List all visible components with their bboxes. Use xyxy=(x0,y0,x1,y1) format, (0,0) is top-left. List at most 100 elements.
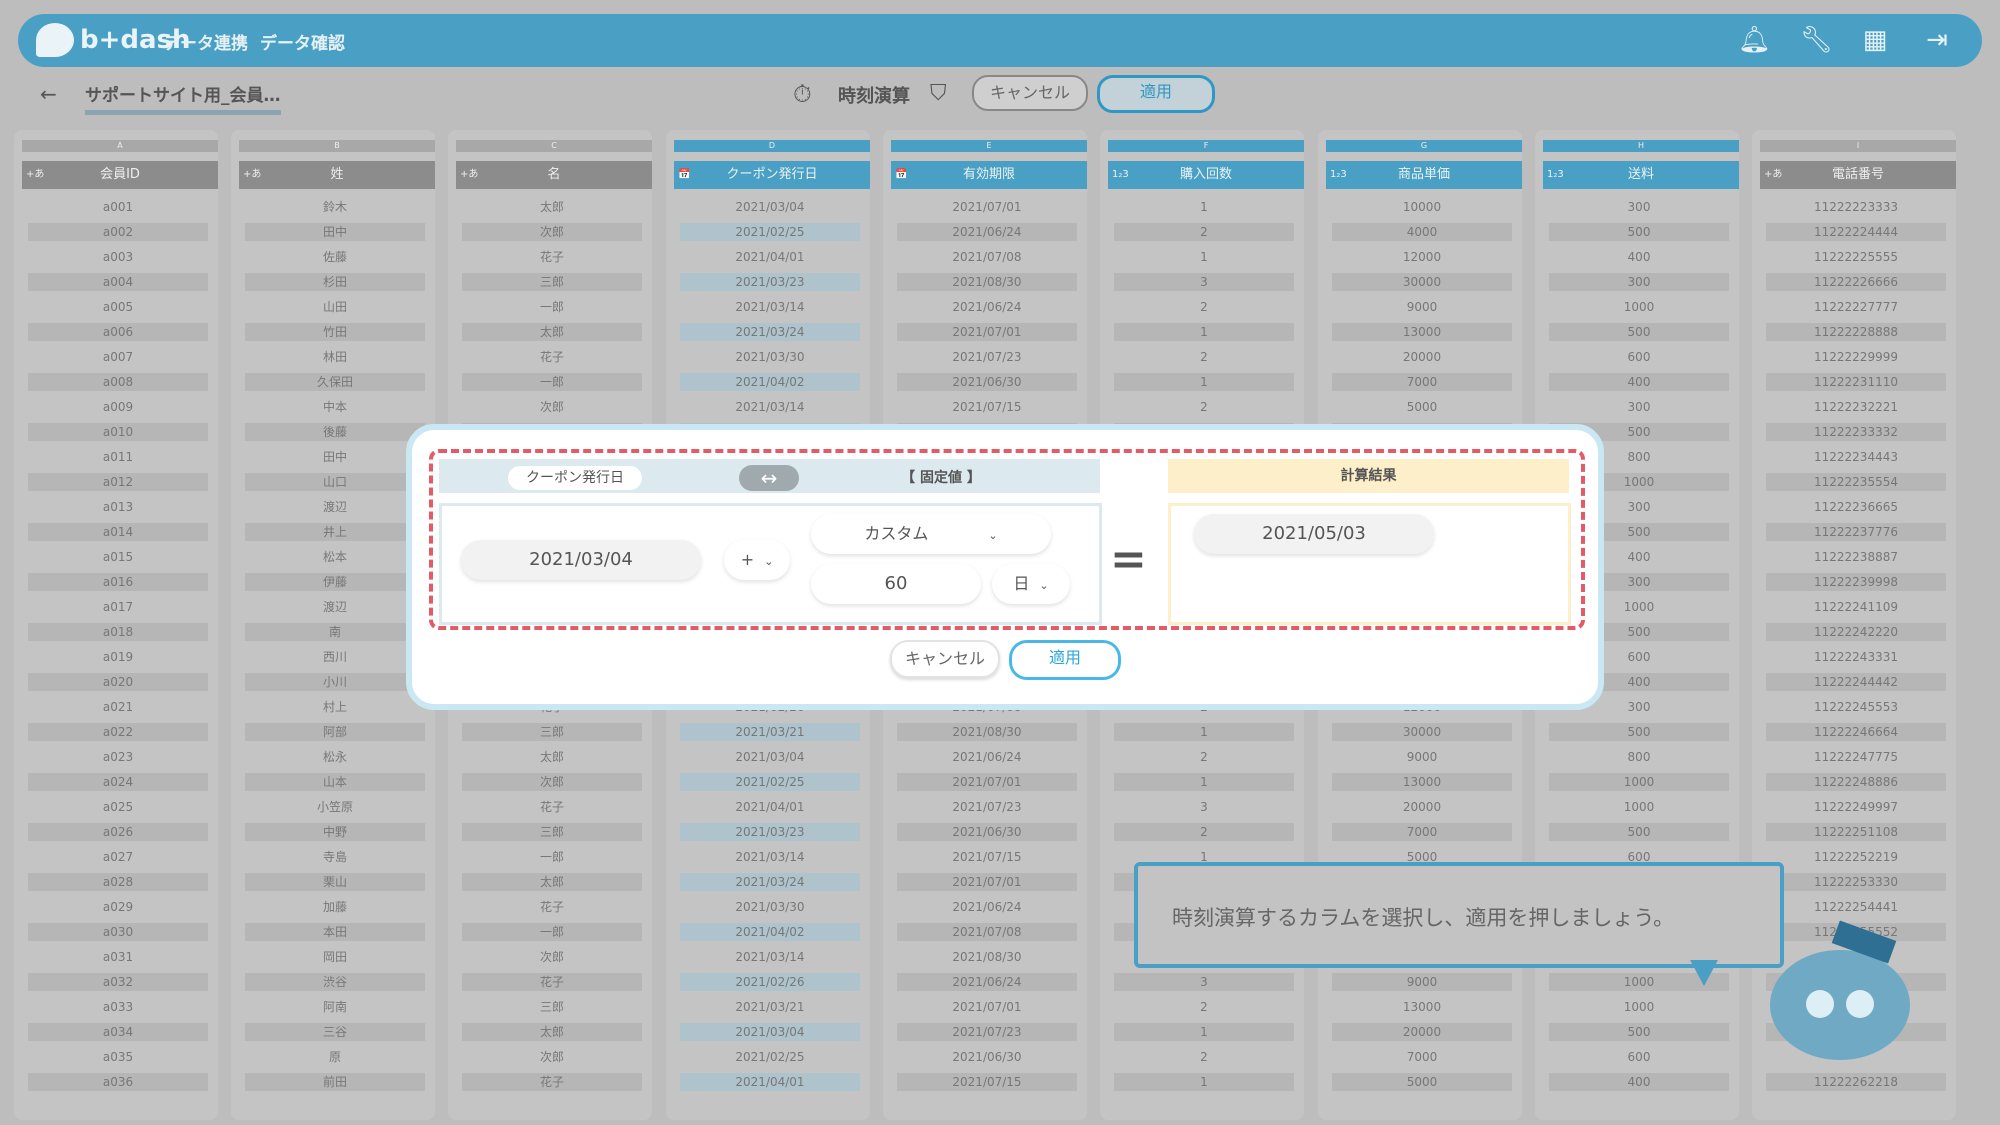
column-letter[interactable]: I xyxy=(1760,140,1956,152)
column-header[interactable]: 📅 クーポン発行日 xyxy=(674,161,870,189)
table-cell[interactable]: a016 xyxy=(28,573,208,591)
table-cell[interactable]: 13000 xyxy=(1332,773,1512,791)
table-cell[interactable]: 太郎 xyxy=(462,198,642,216)
table-cell[interactable]: 2 xyxy=(1114,398,1294,416)
table-cell[interactable]: 田中 xyxy=(245,223,425,241)
table-cell[interactable]: 3 xyxy=(1114,973,1294,991)
source-column-label[interactable]: クーポン発行日 xyxy=(508,466,642,490)
table-cell[interactable]: 800 xyxy=(1549,748,1729,766)
table-cell[interactable]: 渡辺 xyxy=(245,498,425,516)
table-cell[interactable]: 三谷 xyxy=(245,1023,425,1041)
table-cell[interactable]: 一郎 xyxy=(462,298,642,316)
table-cell[interactable]: 600 xyxy=(1549,348,1729,366)
column-header[interactable]: +あ 名 xyxy=(456,161,652,189)
table-cell[interactable]: 西川 xyxy=(245,648,425,666)
table-cell[interactable]: 2021/07/01 xyxy=(897,873,1077,891)
table-cell[interactable]: 山口 xyxy=(245,473,425,491)
table-cell[interactable]: 1000 xyxy=(1549,298,1729,316)
table-cell[interactable]: 2021/02/25 xyxy=(680,223,860,241)
bell-icon[interactable]: 🔔︎ xyxy=(1738,26,1771,54)
table-cell[interactable]: 500 xyxy=(1549,323,1729,341)
table-cell[interactable]: 2021/06/30 xyxy=(897,823,1077,841)
table-cell[interactable]: 11222252219 xyxy=(1766,848,1946,866)
table-cell[interactable]: 9000 xyxy=(1332,973,1512,991)
table-cell[interactable]: 2021/03/23 xyxy=(680,823,860,841)
table-cell[interactable]: 11222234443 xyxy=(1766,448,1946,466)
table-cell[interactable]: 三郎 xyxy=(462,823,642,841)
table-cell[interactable]: 11222249997 xyxy=(1766,798,1946,816)
table-cell[interactable]: 2021/02/25 xyxy=(680,1048,860,1066)
table-cell[interactable]: 300 xyxy=(1549,398,1729,416)
table-cell[interactable]: 後藤 xyxy=(245,423,425,441)
table-cell[interactable]: 花子 xyxy=(462,798,642,816)
table-cell[interactable]: a021 xyxy=(28,698,208,716)
table-cell[interactable]: 11222229999 xyxy=(1766,348,1946,366)
dialog-cancel-button[interactable]: キャンセル xyxy=(890,640,1000,678)
table-cell[interactable]: 11222262218 xyxy=(1766,1073,1946,1091)
table-cell[interactable]: a027 xyxy=(28,848,208,866)
table-cell[interactable]: 2021/03/04 xyxy=(680,748,860,766)
table-cell[interactable]: 南 xyxy=(245,623,425,641)
table-cell[interactable]: a008 xyxy=(28,373,208,391)
table-cell[interactable]: 花子 xyxy=(462,348,642,366)
column-header[interactable]: +あ 電話番号 xyxy=(1760,161,1956,189)
table-cell[interactable]: 前田 xyxy=(245,1073,425,1091)
table-cell[interactable]: 600 xyxy=(1549,1048,1729,1066)
grid-column[interactable]: B +あ姓鈴木 田中 佐藤 杉田 山田 竹田 林田 久保田 中本 後藤 田中 山口 渡辺 井上 松本 伊藤 渡辺南… xyxy=(231,130,435,1120)
table-cell[interactable]: 井上 xyxy=(245,523,425,541)
table-cell[interactable]: 12000 xyxy=(1332,248,1512,266)
table-cell[interactable]: 2021/04/01 xyxy=(680,798,860,816)
table-cell[interactable]: 竹田 xyxy=(245,323,425,341)
nav-data-check[interactable]: データ確認 xyxy=(260,29,345,54)
table-cell[interactable]: 400 xyxy=(1549,248,1729,266)
column-header[interactable]: 1₂3 商品単価 xyxy=(1326,161,1522,189)
table-cell[interactable]: a023 xyxy=(28,748,208,766)
table-cell[interactable]: 11222244442 xyxy=(1766,673,1946,691)
dialog-apply-button[interactable]: 適用 xyxy=(1009,640,1121,680)
table-cell[interactable]: 2021/07/15 xyxy=(897,1073,1077,1091)
table-cell[interactable]: a011 xyxy=(28,448,208,466)
table-cell[interactable]: 2021/07/23 xyxy=(897,1023,1077,1041)
table-cell[interactable]: a012 xyxy=(28,473,208,491)
table-cell[interactable]: 11222242220 xyxy=(1766,623,1946,641)
table-cell[interactable]: 佐藤 xyxy=(245,248,425,266)
mode-select[interactable]: カスタム ⌄ xyxy=(811,514,1051,554)
table-cell[interactable]: 11222235554 xyxy=(1766,473,1946,491)
table-cell[interactable]: a001 xyxy=(28,198,208,216)
table-cell[interactable]: 3 xyxy=(1114,798,1294,816)
table-cell[interactable]: 三郎 xyxy=(462,273,642,291)
table-cell[interactable]: 次郎 xyxy=(462,1048,642,1066)
table-cell[interactable]: 1 xyxy=(1114,248,1294,266)
table-cell[interactable]: 30000 xyxy=(1332,723,1512,741)
table-cell[interactable]: 2021/03/21 xyxy=(680,998,860,1016)
table-cell[interactable]: 花子 xyxy=(462,248,642,266)
operator-select[interactable]: + ⌄ xyxy=(724,540,790,580)
table-cell[interactable]: 11222251108 xyxy=(1766,823,1946,841)
column-letter[interactable]: A xyxy=(22,140,218,152)
table-cell[interactable]: 11222246664 xyxy=(1766,723,1946,741)
table-cell[interactable]: 11222223333 xyxy=(1766,198,1946,216)
table-cell[interactable]: 2 xyxy=(1114,823,1294,841)
table-cell[interactable]: 20000 xyxy=(1332,798,1512,816)
table-cell[interactable]: 2 xyxy=(1114,223,1294,241)
table-cell[interactable]: 2021/02/25 xyxy=(680,773,860,791)
table-cell[interactable]: 10000 xyxy=(1332,198,1512,216)
table-cell[interactable]: 花子 xyxy=(462,898,642,916)
column-letter[interactable]: F xyxy=(1108,140,1304,152)
table-cell[interactable]: 2021/08/30 xyxy=(897,948,1077,966)
table-cell[interactable]: 花子 xyxy=(462,973,642,991)
table-cell[interactable]: a015 xyxy=(28,548,208,566)
table-cell[interactable]: a002 xyxy=(28,223,208,241)
table-cell[interactable]: 中本 xyxy=(245,398,425,416)
table-cell[interactable]: a033 xyxy=(28,998,208,1016)
table-cell[interactable]: 山本 xyxy=(245,773,425,791)
table-cell[interactable]: 2021/03/30 xyxy=(680,348,860,366)
table-cell[interactable]: 2021/03/24 xyxy=(680,873,860,891)
table-cell[interactable]: 三郎 xyxy=(462,723,642,741)
table-cell[interactable]: 11222243331 xyxy=(1766,648,1946,666)
table-cell[interactable]: 1 xyxy=(1114,773,1294,791)
table-cell[interactable]: a005 xyxy=(28,298,208,316)
table-cell[interactable]: 村上 xyxy=(245,698,425,716)
table-cell[interactable]: 11222238887 xyxy=(1766,548,1946,566)
table-cell[interactable]: 原 xyxy=(245,1048,425,1066)
